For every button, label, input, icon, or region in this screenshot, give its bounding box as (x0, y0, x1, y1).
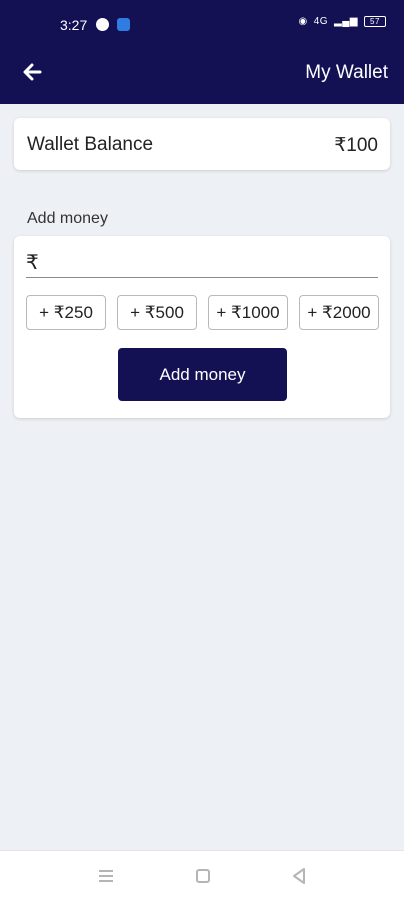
back-triangle-icon (293, 868, 305, 884)
amount-input[interactable] (48, 250, 368, 276)
quick-amount-2000-button[interactable]: + ₹2000 (299, 295, 379, 330)
notification-icon (117, 18, 130, 31)
recent-apps-button[interactable] (95, 865, 117, 887)
status-bar: 3:27 ◉ 4G ▂▄▆ 57 (0, 0, 404, 42)
page-title: My Wallet (305, 62, 388, 83)
add-money-button[interactable]: Add money (118, 348, 287, 401)
home-button[interactable] (192, 865, 214, 887)
whatsapp-icon (96, 18, 109, 31)
menu-icon (99, 870, 113, 882)
home-square-icon (196, 869, 210, 883)
hotspot-icon: ◉ (298, 16, 308, 27)
status-time: 3:27 (60, 17, 88, 33)
status-icons: ◉ 4G ▂▄▆ 57 (298, 16, 386, 27)
signal-icon: ▂▄▆ (334, 16, 358, 27)
wallet-balance-card: Wallet Balance ₹100 (14, 118, 390, 170)
add-money-card: ₹ + ₹250 + ₹500 + ₹1000 + ₹2000 Add mone… (14, 236, 390, 418)
back-button[interactable] (18, 56, 50, 88)
quick-amount-1000-button[interactable]: + ₹1000 (208, 295, 288, 330)
amount-field: ₹ (26, 250, 378, 278)
system-nav-bar (0, 850, 404, 900)
arrow-left-icon (23, 63, 42, 81)
wallet-balance-value: ₹100 (334, 135, 378, 156)
battery-icon: 57 (364, 16, 386, 27)
app-bar: My Wallet (0, 42, 404, 104)
rupee-prefix: ₹ (26, 252, 39, 274)
quick-amount-500-button[interactable]: + ₹500 (117, 295, 197, 330)
system-back-button[interactable] (288, 865, 310, 887)
network-label: 4G (313, 16, 329, 27)
wallet-balance-label: Wallet Balance (27, 134, 154, 155)
add-money-section-label: Add money (27, 210, 108, 227)
quick-amount-250-button[interactable]: + ₹250 (26, 295, 106, 330)
